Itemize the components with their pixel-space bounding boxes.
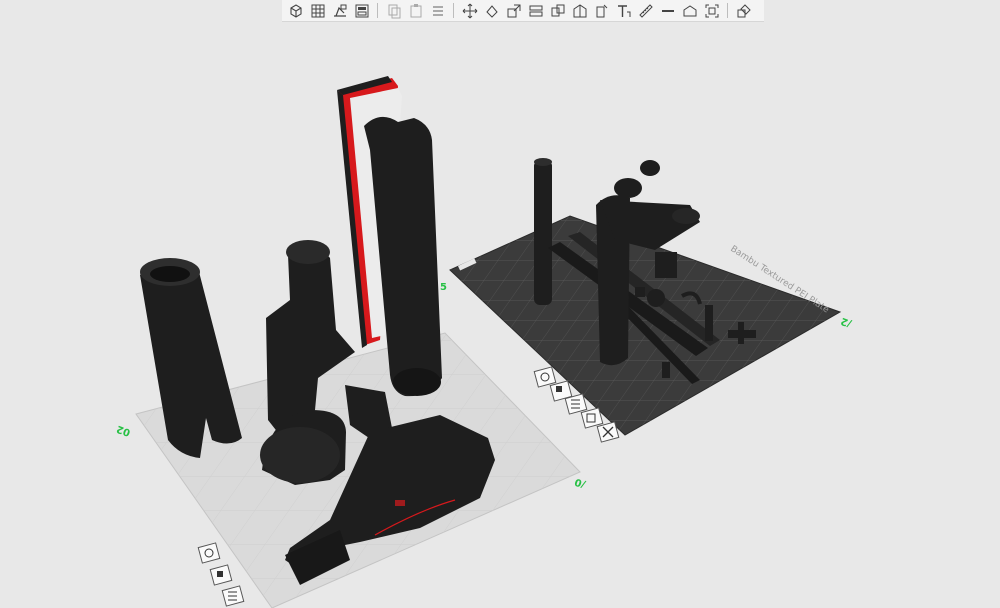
model-tall-column[interactable] [337,76,442,397]
3d-viewport[interactable]: 02 /0 Bambu Textured PEI Plate 5 /2 [0,0,1000,608]
plate-settings-icon[interactable] [197,542,221,564]
model-rod[interactable] [534,158,552,305]
plate-orient-icon[interactable] [209,564,233,586]
plate-lock-icon[interactable] [580,407,604,429]
plate-2-edge-label: 5 [440,282,447,293]
plate-1-corner-label: /0 [573,475,587,489]
plate-1-edge-label: 02 [115,423,132,438]
plate-arrange-icon[interactable] [221,585,245,607]
plate-2-corner-label: /2 [839,315,853,329]
plate-delete-icon[interactable] [596,421,620,443]
plate-settings-icon[interactable] [533,366,557,388]
